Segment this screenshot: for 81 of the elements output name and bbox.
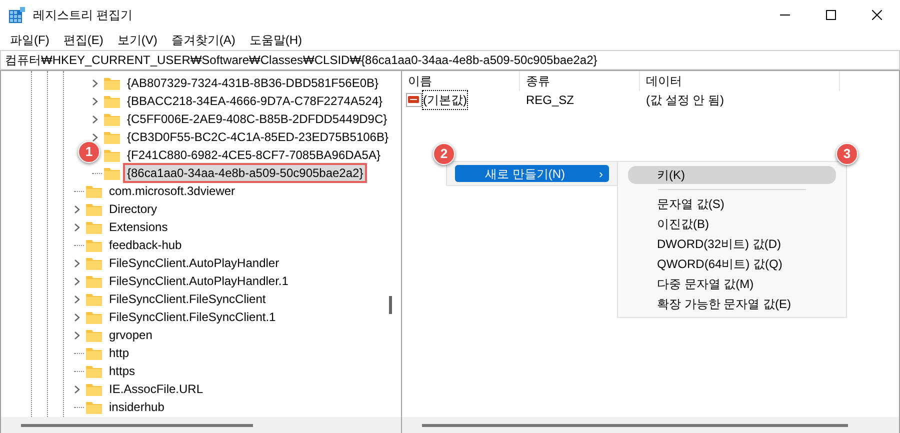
- folder-icon: [86, 220, 102, 234]
- tree-item[interactable]: {AB807329-7324-431B-8B36-DBD581F56E0B}: [125, 75, 381, 91]
- chevron-icon[interactable]: [92, 96, 98, 106]
- folder-icon: [104, 112, 120, 126]
- folder-icon: [86, 328, 102, 342]
- chevron-icon[interactable]: [92, 132, 98, 142]
- menu-item[interactable]: 확장 가능한 문자열 값(E): [628, 295, 836, 313]
- window-title: 레지스트리 편집기: [33, 7, 132, 24]
- chevron-icon[interactable]: [74, 294, 80, 304]
- folder-icon: [86, 310, 102, 324]
- chevron-icon[interactable]: [74, 204, 80, 214]
- tree-item[interactable]: {CB3D0F55-BC2C-4C1A-85ED-23ED75B5106B}: [125, 129, 390, 145]
- chevron-icon[interactable]: [92, 78, 98, 88]
- folder-icon: [104, 148, 120, 162]
- tree-item[interactable]: Directory: [107, 201, 160, 217]
- tree-item[interactable]: com.microsoft.3dviewer: [107, 183, 238, 199]
- menu-item[interactable]: 보기(V): [111, 30, 164, 50]
- chevron-icon[interactable]: [74, 276, 80, 286]
- tree-item[interactable]: {BBACC218-34EA-4666-9D7A-C78F2274A524}: [125, 93, 384, 109]
- folder-icon: [104, 166, 120, 180]
- app-icon: [9, 7, 25, 23]
- folder-icon: [86, 364, 102, 378]
- folder-icon: [104, 130, 120, 144]
- column-header[interactable]: 종류: [520, 71, 640, 91]
- maximize-icon[interactable]: [826, 10, 836, 20]
- tree-item[interactable]: IE.AssocFile.URL: [107, 381, 206, 397]
- tree-item[interactable]: insiderhub: [107, 399, 166, 415]
- tree-item[interactable]: {C5FF006E-2AE9-408C-B85B-2DFDD5449D9C}: [125, 111, 390, 127]
- menu-item[interactable]: QWORD(64비트) 값(Q): [628, 255, 836, 273]
- folder-icon: [86, 346, 102, 360]
- value-name[interactable]: (기본값): [423, 91, 467, 109]
- tree-item[interactable]: FileSyncClient.FileSyncClient.1: [107, 309, 278, 325]
- chevron-icon[interactable]: [74, 258, 80, 268]
- folder-icon: [104, 94, 120, 108]
- menu-item[interactable]: 편집(E): [57, 30, 110, 50]
- menu-item[interactable]: 키(K): [628, 166, 836, 184]
- menu-item[interactable]: 도움말(H): [243, 30, 308, 50]
- tree-item[interactable]: FileSyncClient.FileSyncClient: [107, 291, 268, 307]
- close-icon[interactable]: [872, 10, 882, 20]
- menu-item[interactable]: 이진값(B): [628, 215, 836, 233]
- chevron-icon[interactable]: [74, 222, 80, 232]
- menu-item[interactable]: 파일(F): [4, 30, 56, 50]
- menu-item[interactable]: 즐겨찾기(A): [165, 30, 242, 50]
- chevron-icon[interactable]: [92, 114, 98, 124]
- tree-item[interactable]: grvopen: [107, 327, 154, 343]
- table-cell-text: REG_SZ: [525, 92, 576, 109]
- folder-icon: [104, 76, 120, 90]
- folder-icon: [86, 400, 102, 414]
- table-cell-text: (값 설정 안 됨): [645, 92, 724, 109]
- tree-item[interactable]: {86ca1aa0-34aa-4e8b-a509-50c905bae2a2}: [125, 165, 366, 181]
- scrollbar-thumb[interactable]: [21, 424, 253, 426]
- tree-item[interactable]: Extensions: [107, 219, 170, 235]
- tree-item[interactable]: feedback-hub: [107, 237, 184, 253]
- folder-icon: [86, 292, 102, 306]
- scrollbar-thumb[interactable]: [389, 296, 392, 314]
- chevron-icon[interactable]: [74, 312, 80, 322]
- callout-badge: 3: [836, 143, 858, 165]
- column-header[interactable]: 이름: [402, 71, 520, 91]
- callout-badge: 2: [433, 143, 455, 165]
- chevron-icon[interactable]: [74, 330, 80, 340]
- menu-item[interactable]: 다중 문자열 값(M): [628, 275, 836, 293]
- folder-icon: [86, 382, 102, 396]
- tree-item[interactable]: FileSyncClient.AutoPlayHandler.1: [107, 273, 290, 289]
- folder-icon: [86, 256, 102, 270]
- tree-item[interactable]: FileSyncClient.AutoPlayHandler: [107, 255, 282, 271]
- scrollbar-thumb[interactable]: [422, 424, 848, 426]
- folder-icon: [86, 202, 102, 216]
- menu-item[interactable]: 문자열 값(S): [628, 195, 836, 213]
- menu-item[interactable]: 새로 만들기(N) ›: [455, 165, 609, 182]
- tree-item[interactable]: http: [107, 345, 132, 361]
- tree-item[interactable]: {F241C880-6982-4CE5-8CF7-7085BA96DA5A}: [125, 147, 382, 163]
- folder-icon: [86, 238, 102, 252]
- callout-badge: 1: [78, 141, 100, 163]
- column-header[interactable]: 데이터: [640, 71, 840, 91]
- chevron-icon[interactable]: [74, 384, 80, 394]
- string-value-icon: [406, 93, 422, 107]
- address-bar[interactable]: 컴퓨터₩HKEY_CURRENT_USER₩Software₩Classes₩CLSID₩{86ca1aa0-34aa-4e8b-a509-50c905bae2a2}: [0, 50, 900, 70]
- folder-icon: [86, 274, 102, 288]
- tree-item[interactable]: https: [107, 363, 138, 379]
- folder-icon: [86, 184, 102, 198]
- menu-item[interactable]: DWORD(32비트) 값(D): [628, 235, 836, 253]
